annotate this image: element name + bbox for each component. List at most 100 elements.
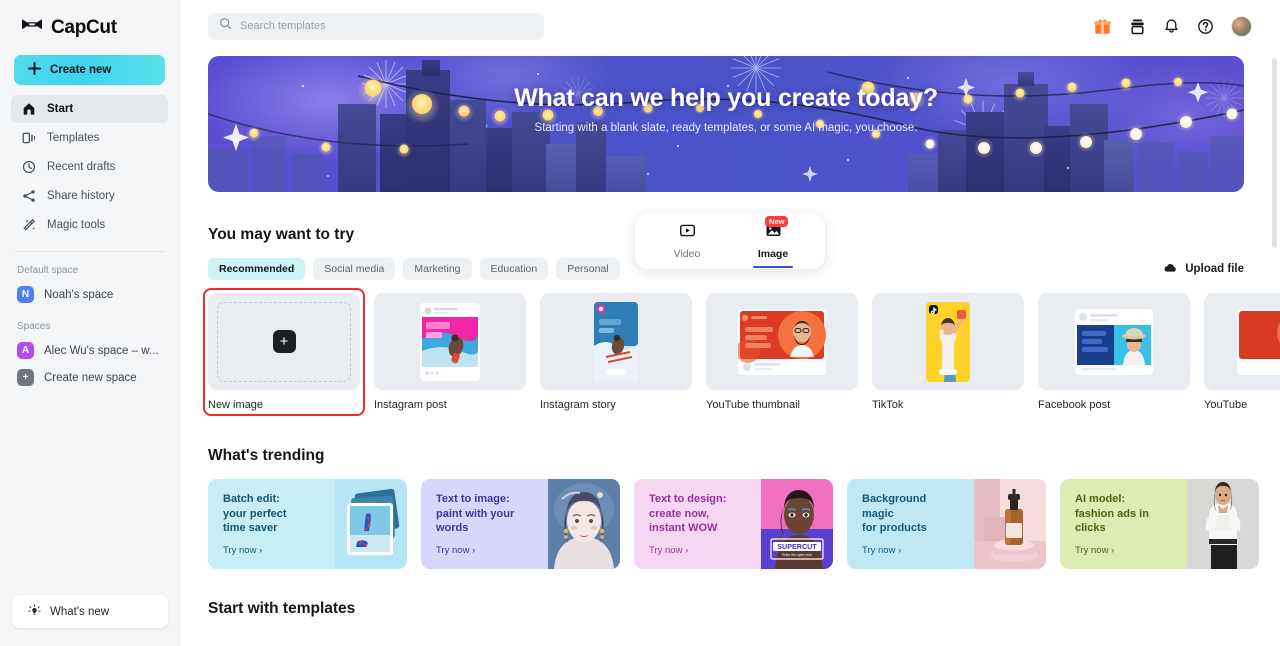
bell-icon[interactable]: [1163, 18, 1180, 35]
trending-card-background-magic[interactable]: Background magic for products Try now ›: [847, 479, 1046, 569]
try-now-link[interactable]: Try now ›: [1075, 545, 1114, 556]
mode-tab-image[interactable]: New Image: [745, 216, 801, 268]
hero-title: What can we help you create today?: [514, 84, 938, 112]
magic-wand-icon: [21, 218, 36, 233]
try-now-link[interactable]: Try now ›: [862, 545, 901, 556]
trending-card-title: Background magic for products: [862, 493, 927, 535]
template-card-new-image[interactable]: + New image: [203, 288, 365, 416]
template-card-instagram-story[interactable]: Instagram story: [540, 293, 692, 411]
upload-file-button[interactable]: Upload file: [1163, 260, 1244, 278]
whats-new-label: What's new: [50, 605, 110, 618]
hero-subtitle: Starting with a blank slate, ready templ…: [534, 122, 918, 134]
topbar: [180, 0, 1280, 52]
whats-new-button[interactable]: What's new: [12, 595, 168, 628]
brand-logo[interactable]: CapCut: [0, 0, 179, 49]
instagram-story-art: [594, 301, 638, 382]
trending-card-batch-edit[interactable]: Batch edit: your perfect time saver Try …: [208, 479, 407, 569]
sidebar-item-magic-tools[interactable]: Magic tools: [11, 211, 168, 239]
supercut-poster-art: SUPERCUT Enter the open now: [761, 479, 833, 569]
chip-label: Social media: [324, 263, 385, 275]
mode-active-underline: [753, 265, 793, 268]
trending-card-ai-model[interactable]: AI model: fashion ads in clicks Try now …: [1060, 479, 1259, 569]
sidebar-item-recent-drafts[interactable]: Recent drafts: [11, 153, 168, 181]
trending-card-title: AI model: fashion ads in clicks: [1075, 493, 1149, 535]
create-new-space-button[interactable]: + Create new space: [0, 364, 179, 391]
mode-label: Image: [757, 248, 789, 260]
template-card-instagram-post[interactable]: Instagram post: [374, 293, 526, 411]
search-input[interactable]: [240, 20, 520, 32]
brand-name: CapCut: [51, 16, 117, 38]
chip-label: Education: [490, 263, 538, 275]
download-app-icon[interactable]: [1129, 18, 1146, 35]
sidebar-item-label: Start: [47, 103, 74, 115]
chip-recommended[interactable]: Recommended: [208, 258, 306, 280]
template-card-youtube-thumbnail[interactable]: YouTube thumbnail: [706, 293, 858, 411]
trending-card-title: Batch edit: your perfect time saver: [223, 493, 287, 535]
chip-label: Recommended: [219, 263, 295, 275]
try-now-link[interactable]: Try now ›: [649, 545, 688, 556]
space-item-alec[interactable]: A Alec Wu's space – w...: [0, 337, 179, 364]
home-icon: [21, 102, 36, 117]
card-thumbnail: [374, 293, 526, 390]
avatar[interactable]: [1231, 15, 1252, 37]
space-avatar: N: [17, 286, 34, 303]
try-now-link[interactable]: Try now ›: [223, 545, 262, 556]
templates-icon: [21, 131, 36, 146]
card-label: YouTube: [1204, 399, 1248, 411]
template-cards-row: + New image Instagram post Instagram sto…: [180, 288, 1280, 416]
space-avatar: A: [17, 342, 34, 359]
default-space-label: Default space: [17, 265, 79, 276]
new-badge: New: [765, 216, 789, 228]
capcut-app: CapCut Create new Start Templates Recent…: [0, 0, 1280, 646]
youtube-art: [1237, 308, 1280, 375]
sidebar-item-start[interactable]: Start: [11, 95, 168, 123]
mode-label: Video: [673, 248, 701, 260]
facebook-post-art: [1075, 308, 1153, 375]
template-card-tiktok[interactable]: TikTok: [872, 293, 1024, 411]
sidebar-item-templates[interactable]: Templates: [11, 124, 168, 152]
help-circle-icon[interactable]: [1197, 18, 1214, 35]
space-item-noah[interactable]: N Noah's space: [0, 281, 179, 308]
trending-card-title: Text to design: create now, instant WOW: [649, 493, 727, 535]
chip-marketing[interactable]: Marketing: [403, 258, 472, 280]
instagram-post-art: [420, 302, 480, 381]
template-card-youtube[interactable]: YouTube: [1204, 293, 1280, 411]
sidebar-item-share-history[interactable]: Share history: [11, 182, 168, 210]
chip-label: Marketing: [414, 263, 461, 275]
search-icon: [219, 17, 232, 35]
card-thumbnail: [706, 293, 858, 390]
card-label: YouTube thumbnail: [706, 399, 800, 411]
mode-tab-video[interactable]: Video: [659, 222, 715, 260]
plus-icon: +: [272, 330, 296, 353]
fashion-model-art: [1187, 479, 1259, 569]
share-icon: [21, 189, 36, 204]
upload-cloud-icon: [1163, 260, 1178, 278]
plus-icon: [28, 62, 41, 78]
capcut-logo-icon: [20, 16, 44, 39]
card-thumbnail: [540, 293, 692, 390]
chip-social-media[interactable]: Social media: [313, 258, 396, 280]
chip-label: Personal: [567, 263, 609, 275]
chip-education[interactable]: Education: [479, 258, 549, 280]
space-label: Alec Wu's space – w...: [44, 344, 159, 357]
card-thumbnail: [1204, 293, 1280, 390]
shoes-stack-art: [335, 479, 407, 569]
plus-square-icon: +: [17, 369, 34, 386]
templates-section: Start with templates: [180, 600, 1280, 618]
template-card-facebook-post[interactable]: Facebook post: [1038, 293, 1190, 411]
gift-icon[interactable]: [1093, 17, 1112, 36]
spaces-label: Spaces: [17, 321, 51, 332]
try-now-link[interactable]: Try now ›: [436, 545, 475, 556]
trending-card-text-to-image[interactable]: Text to image: paint with your words Try…: [421, 479, 620, 569]
card-thumbnail: [1038, 293, 1190, 390]
sidebar-item-label: Share history: [47, 190, 115, 202]
trending-card-text-to-design[interactable]: Text to design: create now, instant WOW …: [634, 479, 833, 569]
vertical-scrollbar[interactable]: [1272, 58, 1277, 248]
card-label: New image: [208, 399, 264, 411]
hero-banner: What can we help you create today? Start…: [208, 56, 1244, 192]
main-content: What can we help you create today? Start…: [180, 0, 1280, 646]
trending-cards-row: Batch edit: your perfect time saver Try …: [180, 479, 1280, 569]
search-box[interactable]: [208, 12, 544, 40]
chip-personal[interactable]: Personal: [556, 258, 620, 280]
create-new-button[interactable]: Create new: [14, 55, 165, 85]
